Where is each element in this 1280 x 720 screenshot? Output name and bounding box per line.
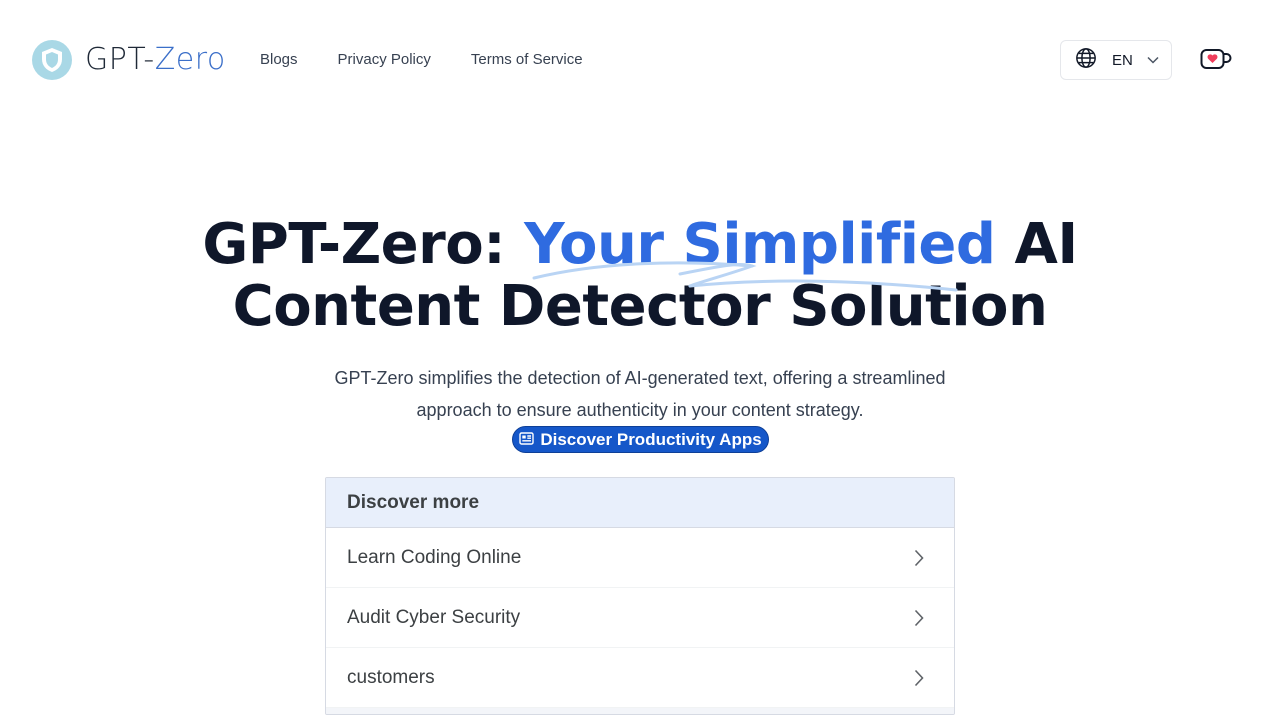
globe-icon	[1075, 47, 1097, 74]
discover-more-footer	[326, 708, 954, 714]
coffee-cup-heart-icon[interactable]	[1200, 48, 1232, 72]
language-selector[interactable]: EN	[1060, 40, 1172, 80]
title-end: AI	[995, 212, 1078, 277]
title-line2: Content Detector Solution	[232, 274, 1048, 339]
site-header: GPT-Zero Blogs Privacy Policy Terms of S…	[0, 0, 1280, 120]
nav-link-terms-of-service[interactable]: Terms of Service	[471, 50, 583, 70]
chevron-down-icon	[1147, 56, 1159, 64]
discover-productivity-apps-label: Discover Productivity Apps	[540, 429, 762, 449]
discover-item-label: customers	[347, 666, 435, 688]
page-title: GPT-Zero: Your Simplified AI Content Det…	[0, 214, 1280, 338]
discover-item-learn-coding-online[interactable]: Learn Coding Online	[326, 528, 954, 588]
main-nav: Blogs Privacy Policy Terms of Service	[260, 50, 583, 70]
discover-item-label: Learn Coding Online	[347, 546, 522, 568]
discover-item-customers[interactable]: customers	[326, 648, 954, 708]
discover-more-heading: Discover more	[326, 478, 954, 528]
chevron-right-icon	[914, 549, 924, 567]
newspaper-icon	[519, 430, 535, 450]
site-logo[interactable]: GPT-Zero	[32, 40, 226, 80]
discover-productivity-apps-button[interactable]: Discover Productivity Apps	[512, 426, 769, 453]
language-code: EN	[1112, 51, 1133, 69]
nav-link-blogs[interactable]: Blogs	[260, 50, 298, 70]
logo-wordmark-part2: Zero	[154, 42, 226, 77]
hero-subtitle: GPT-Zero simplifies the detection of AI-…	[334, 368, 946, 420]
discover-item-audit-cyber-security[interactable]: Audit Cyber Security	[326, 588, 954, 648]
shield-icon	[32, 40, 72, 80]
title-start: GPT-Zero:	[202, 212, 525, 277]
discover-more-panel: Discover more Learn Coding Online Audit …	[325, 477, 955, 715]
logo-wordmark-part1: GPT-	[85, 42, 155, 77]
chevron-right-icon	[914, 669, 924, 687]
logo-wordmark: GPT-Zero	[85, 40, 226, 80]
chevron-right-icon	[914, 609, 924, 627]
title-highlight: Your Simplified	[524, 212, 996, 277]
nav-link-privacy-policy[interactable]: Privacy Policy	[338, 50, 431, 70]
discover-item-label: Audit Cyber Security	[347, 606, 521, 628]
